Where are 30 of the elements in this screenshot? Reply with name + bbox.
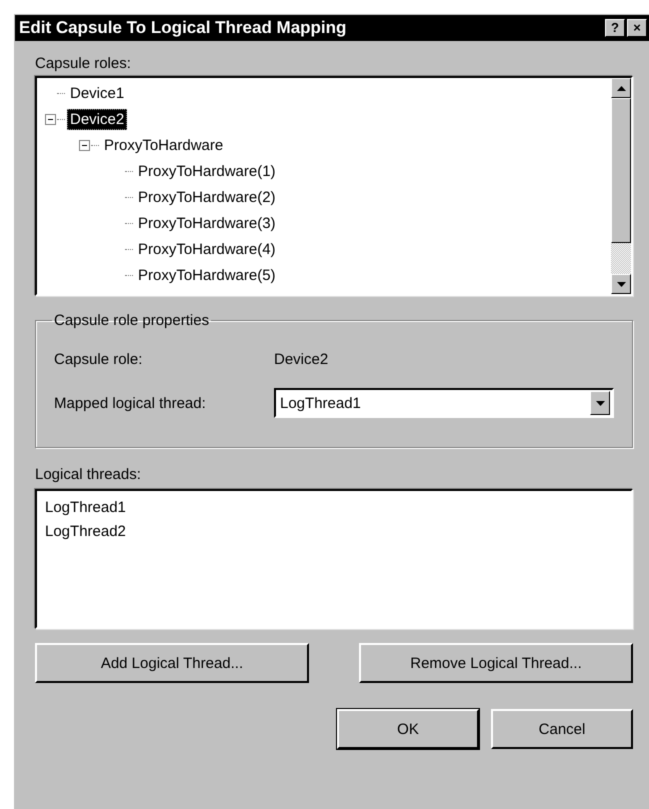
tree-item[interactable]: Device2 — [67, 108, 128, 130]
list-item[interactable]: LogThread2 — [45, 520, 623, 544]
scroll-thumb[interactable] — [611, 98, 631, 243]
capsule-role-value: Device2 — [274, 350, 328, 368]
collapse-icon[interactable] — [79, 140, 90, 150]
remove-thread-button[interactable]: Remove Logical Thread... — [359, 643, 633, 683]
tree-item[interactable]: ProxyToHardware(5) — [135, 264, 279, 286]
add-thread-button[interactable]: Add Logical Thread... — [35, 643, 309, 683]
capsule-roles-label: Capsule roles: — [35, 55, 132, 72]
help-button[interactable]: ? — [605, 19, 625, 37]
tree-item[interactable]: ProxyToHardware — [101, 134, 226, 156]
tree-item[interactable]: ProxyToHardware(1) — [135, 160, 279, 182]
close-button[interactable]: × — [627, 19, 647, 37]
scroll-up-icon[interactable] — [611, 78, 631, 98]
mapped-thread-dropdown[interactable]: LogThread1 — [274, 388, 614, 418]
capsule-role-label: Capsule role: — [54, 350, 144, 368]
tree-item[interactable]: ProxyToHardware(2) — [135, 186, 279, 208]
ok-button[interactable]: OK — [337, 709, 479, 749]
tree-item[interactable]: Device1 — [67, 82, 128, 104]
collapse-icon[interactable] — [45, 114, 56, 124]
list-item[interactable]: LogThread1 — [45, 496, 623, 520]
logical-threads-label: Logical threads: — [35, 466, 142, 483]
mapped-thread-label: Mapped logical thread: — [54, 394, 207, 412]
group-title: Capsule role properties — [53, 312, 210, 329]
scroll-down-icon[interactable] — [611, 274, 631, 294]
window-title: Edit Capsule To Logical Thread Mapping — [19, 18, 346, 38]
tree-item[interactable]: ProxyToHardware(3) — [135, 212, 279, 234]
cancel-button[interactable]: Cancel — [491, 709, 633, 749]
tree-item[interactable]: ProxyToHardware(4) — [135, 238, 279, 260]
vertical-scrollbar[interactable] — [611, 78, 631, 294]
